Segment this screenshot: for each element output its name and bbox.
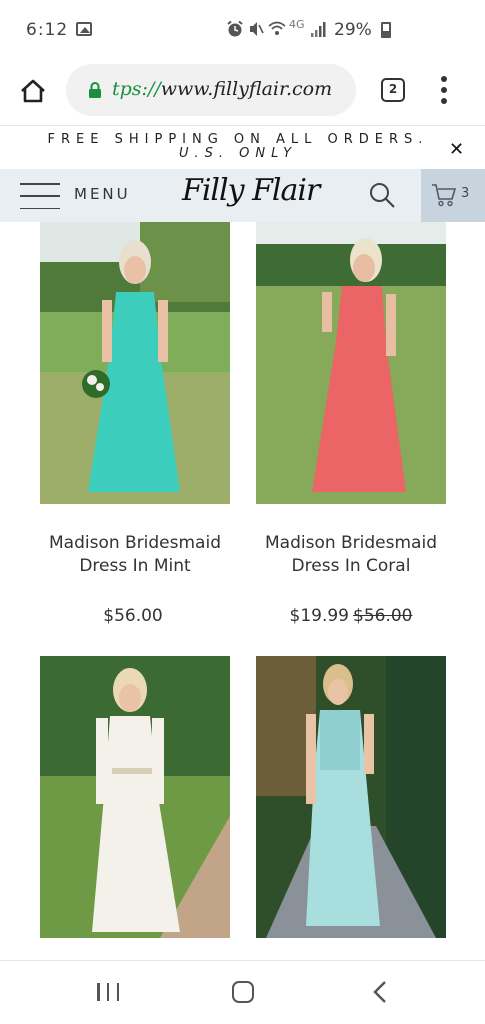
cart-count: 3 (461, 186, 470, 201)
mute-icon (250, 22, 264, 36)
status-bar: 6:12 4G 29% (0, 0, 485, 56)
product-name[interactable]: Madison Bridesmaid Dress In Coral (246, 532, 456, 578)
hamburger-menu-icon[interactable] (20, 183, 60, 209)
product-image-coral-dress[interactable] (256, 222, 446, 504)
promo-banner: FREE SHIPPING ON ALL ORDERS. U.S. ONLY ✕ (0, 127, 485, 169)
price-original: $56.00 (353, 606, 413, 626)
url-host: www.fillyflair.com (160, 78, 333, 100)
price-current: $19.99 (289, 606, 349, 626)
product-image-mint-dress[interactable] (40, 222, 230, 504)
system-nav-bar (0, 960, 485, 1024)
url-scheme: tps:// (112, 78, 161, 100)
recents-icon[interactable] (97, 983, 119, 1001)
site-header: MENU Filly Flair 3 (0, 169, 485, 222)
wifi-icon (268, 21, 286, 35)
close-icon[interactable]: ✕ (449, 139, 464, 160)
gallery-notification-icon (76, 22, 92, 36)
promo-text: FREE SHIPPING ON ALL ORDERS. U.S. ONLY (28, 133, 448, 161)
home-icon[interactable] (20, 78, 46, 104)
address-bar[interactable]: tps://www.fillyflair.com (66, 64, 356, 116)
product-name[interactable]: Madison Bridesmaid Dress In Mint (30, 532, 240, 578)
promo-line1: FREE SHIPPING ON ALL ORDERS. (47, 132, 429, 147)
price-current: $56.00 (103, 606, 163, 626)
network-type: 4G (289, 18, 305, 31)
battery-icon (381, 22, 391, 38)
battery-percent: 29% (334, 20, 372, 40)
menu-label[interactable]: MENU (74, 185, 131, 203)
home-button-icon[interactable] (232, 981, 254, 1003)
site-logo[interactable]: Filly Flair (182, 173, 320, 208)
back-icon[interactable] (372, 979, 388, 1005)
product-price: $19.99 $56.00 (246, 606, 456, 626)
search-icon[interactable] (368, 181, 396, 209)
promo-line2: U.S. ONLY (178, 146, 298, 161)
lock-icon (89, 82, 101, 98)
cart-icon (432, 184, 457, 207)
product-price: $56.00 (30, 606, 240, 626)
signal-icon (311, 22, 326, 37)
browser-toolbar: tps://www.fillyflair.com 2 (0, 56, 485, 126)
tab-switcher-button[interactable]: 2 (381, 78, 405, 102)
url-text: tps://www.fillyflair.com (112, 78, 332, 100)
product-image-white-lace-dress[interactable] (40, 656, 230, 938)
cart-button[interactable]: 3 (421, 169, 485, 222)
browser-menu-button[interactable] (440, 76, 448, 104)
alarm-icon (227, 20, 243, 37)
product-image-aqua-dress[interactable] (256, 656, 446, 938)
status-time: 6:12 (26, 20, 69, 40)
